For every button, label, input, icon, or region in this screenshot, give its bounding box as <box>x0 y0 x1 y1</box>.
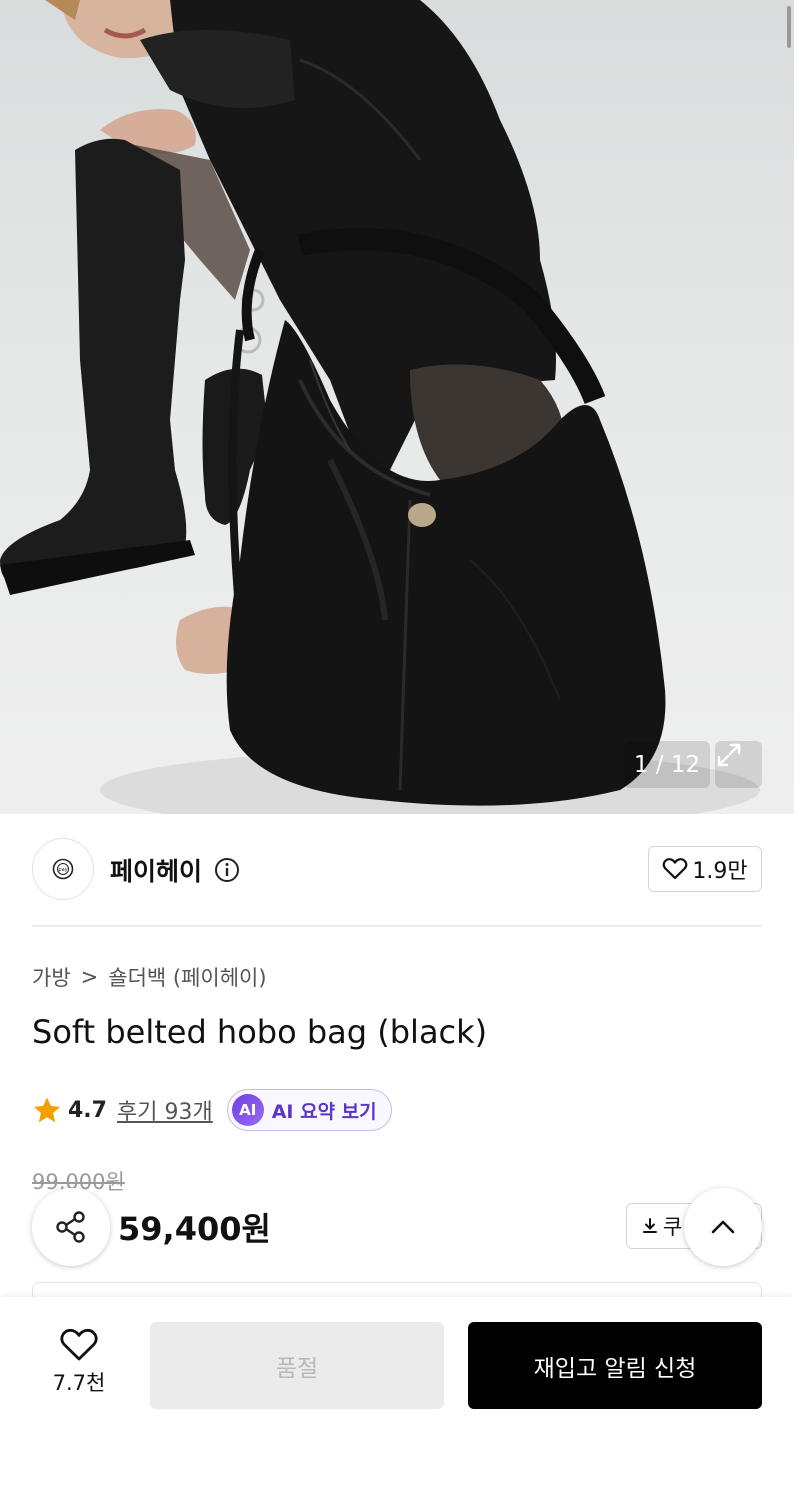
wishlist-button[interactable]: 7.7천 <box>36 1327 122 1407</box>
share-icon <box>56 1211 85 1243</box>
divider <box>32 925 762 927</box>
brand-logo-mark: pay <box>52 858 74 880</box>
svg-text:pay: pay <box>58 867 67 873</box>
breadcrumb-subcategory[interactable]: 숄더백 (페이헤이) <box>108 962 266 992</box>
download-icon <box>643 1218 657 1233</box>
ai-summary-button[interactable]: AI AI 요약 보기 <box>226 1089 392 1131</box>
brand-like-count: 1.9만 <box>692 859 748 884</box>
brand-like-button[interactable]: 1.9만 <box>648 846 762 892</box>
expand-icon <box>717 743 741 767</box>
chevron-up-icon <box>711 1220 735 1234</box>
product-title: Soft belted hobo bag (black) <box>32 1013 488 1051</box>
wishlist-count: 7.7천 <box>52 1371 106 1395</box>
sale-price: 59,400원 <box>118 1210 271 1248</box>
ai-badge-icon: AI <box>231 1094 264 1126</box>
scroll-top-button[interactable] <box>684 1188 762 1266</box>
ai-summary-label: AI 요약 보기 <box>271 1100 377 1123</box>
coupon-label: 쿠 <box>663 1215 683 1239</box>
expand-button[interactable] <box>715 741 762 788</box>
product-image[interactable]: 1 / 12 <box>0 0 794 814</box>
star-icon <box>34 1097 60 1123</box>
review-count-link[interactable]: 후기 93개 <box>117 1094 213 1126</box>
brand-row: pay 페이헤이 1.9만 <box>32 838 762 902</box>
rating-row: 4.7 후기 93개 AI AI 요약 보기 <box>32 1088 392 1132</box>
image-counter: 1 / 12 <box>624 741 710 788</box>
breadcrumb-category[interactable]: 가방 <box>32 962 71 992</box>
heart-icon <box>663 858 688 880</box>
brand-logo[interactable]: pay <box>32 838 94 900</box>
breadcrumb-separator: > <box>80 965 99 989</box>
restock-alert-button[interactable]: 재입고 알림 신청 <box>468 1322 762 1409</box>
brand-name[interactable]: 페이헤이 <box>110 852 202 888</box>
soldout-button[interactable]: 품절 <box>150 1322 444 1409</box>
breadcrumb: 가방 > 숄더백 (페이헤이) <box>32 962 267 992</box>
share-button[interactable] <box>32 1188 110 1266</box>
bottom-action-bar: 7.7천 품절 재입고 알림 신청 <box>0 1297 794 1500</box>
rating-value: 4.7 <box>68 1097 107 1123</box>
info-icon[interactable] <box>214 857 240 883</box>
heart-icon <box>60 1328 98 1361</box>
product-photo <box>0 0 760 814</box>
scrollbar-thumb[interactable] <box>787 6 791 48</box>
